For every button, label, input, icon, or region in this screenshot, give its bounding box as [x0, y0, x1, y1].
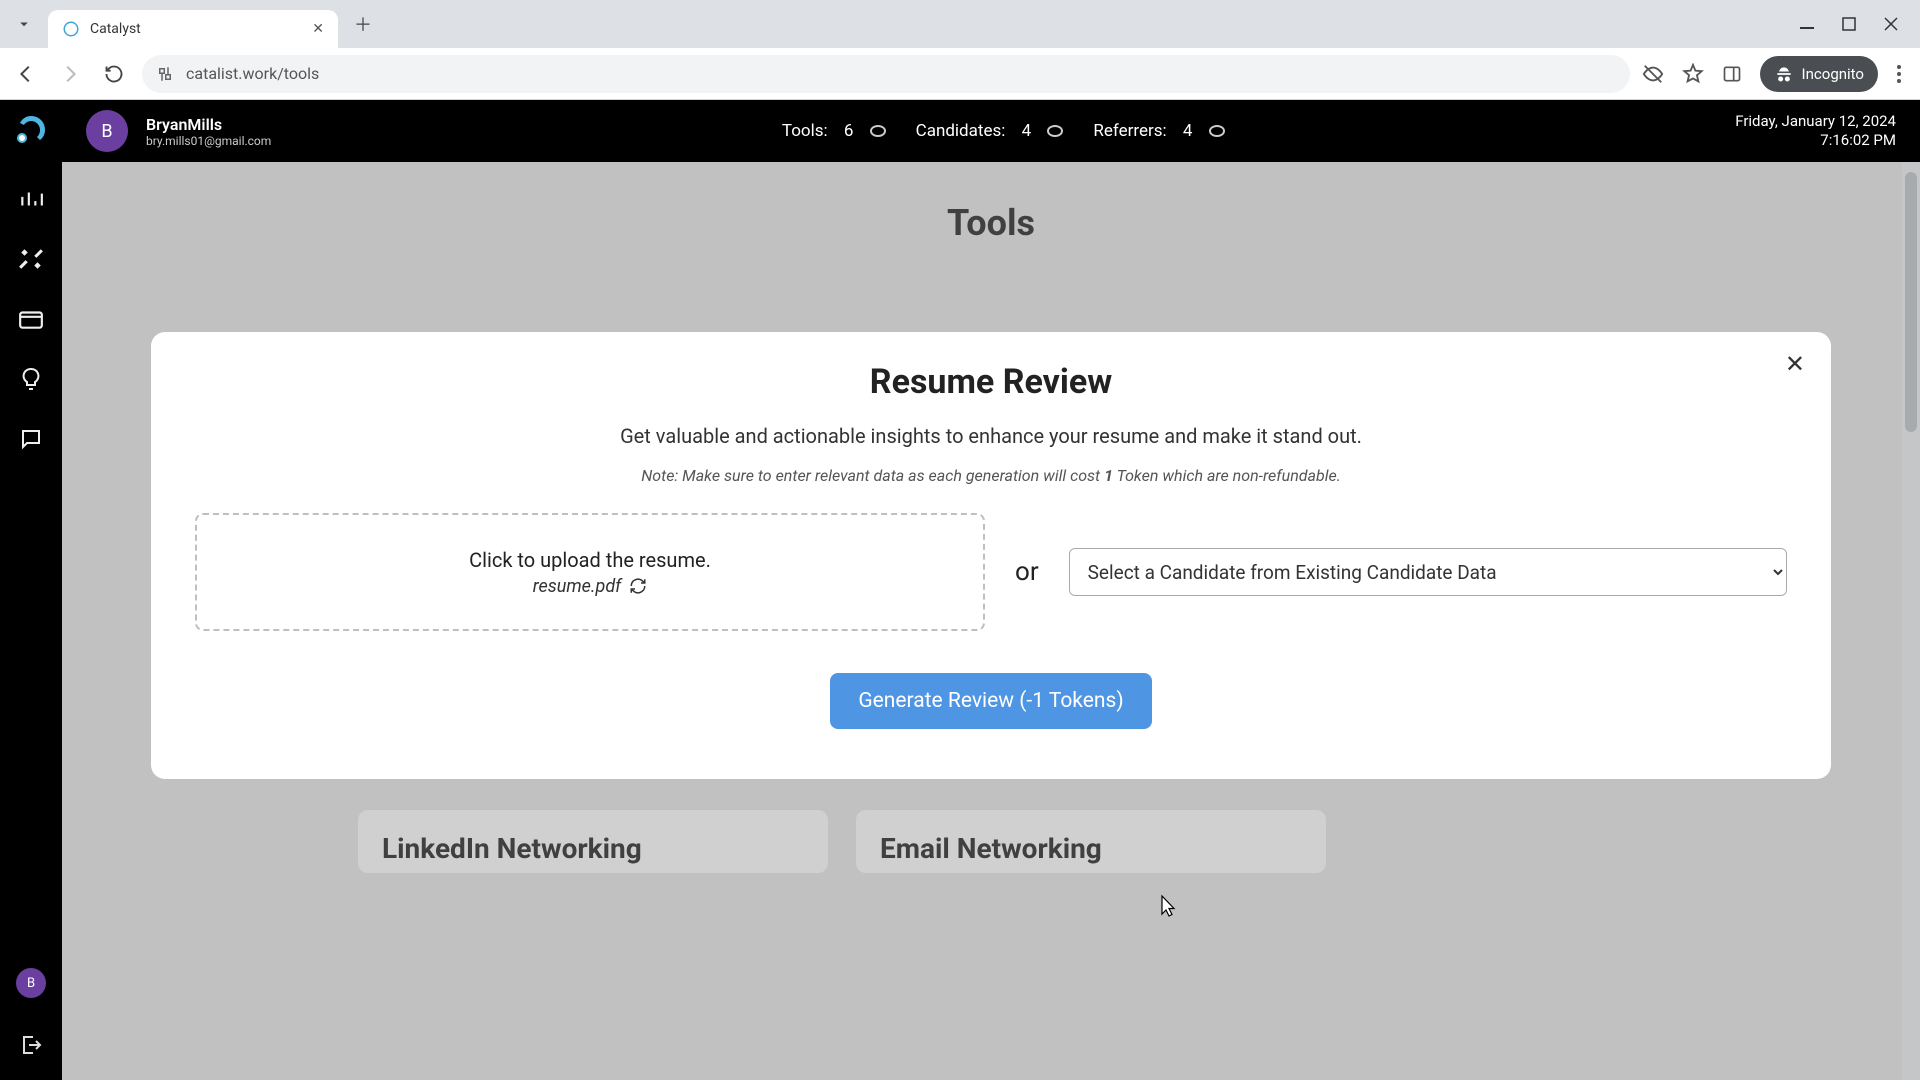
app-topbar: B BryanMills bry.mills01@gmail.com Tools…: [62, 100, 1920, 162]
reload-button[interactable]: [98, 58, 130, 90]
browser-address-bar: catalist.work/tools Incognito: [0, 48, 1920, 100]
header-date: Friday, January 12, 2024: [1735, 112, 1896, 132]
browser-tab-active[interactable]: Catalyst ✕: [48, 10, 338, 48]
window-controls: [1800, 17, 1920, 31]
left-nav-rail: B: [0, 100, 62, 1080]
modal-subtitle: Get valuable and actionable insights to …: [195, 424, 1787, 448]
dropzone-label: Click to upload the resume.: [469, 548, 711, 572]
modal-note: Note: Make sure to enter relevant data a…: [195, 466, 1787, 485]
tab-search-dropdown[interactable]: [0, 0, 48, 48]
nav-tools-icon[interactable]: [10, 238, 52, 280]
header-stats: Tools: 6 Candidates: 4 Referrers: 4: [782, 121, 1225, 141]
maximize-button[interactable]: [1842, 17, 1856, 31]
user-email: bry.mills01@gmail.com: [146, 134, 271, 148]
url-text: catalist.work/tools: [186, 64, 319, 83]
refresh-icon[interactable]: [629, 577, 647, 595]
candidate-select[interactable]: Select a Candidate from Existing Candida…: [1069, 548, 1787, 596]
app-root: B B BryanMills bry.mills01@gmail.com Too…: [0, 100, 1920, 1080]
tracking-off-icon[interactable]: [1642, 63, 1664, 85]
modal-close-button[interactable]: ✕: [1785, 350, 1805, 378]
close-window-button[interactable]: [1884, 17, 1898, 31]
or-separator: or: [1015, 557, 1039, 587]
nav-feedback-icon[interactable]: [10, 418, 52, 460]
minimize-button[interactable]: [1800, 17, 1814, 31]
app-logo-icon[interactable]: [9, 110, 53, 154]
nav-insights-icon[interactable]: [10, 358, 52, 400]
page-content: Tools alignment and compatibility for a …: [62, 162, 1920, 1080]
coin-icon: [870, 125, 886, 137]
back-button[interactable]: [10, 58, 42, 90]
uploaded-file-name: resume.pdf: [533, 576, 648, 597]
tab-close-button[interactable]: ✕: [312, 21, 324, 37]
header-time: 7:16:02 PM: [1735, 131, 1896, 151]
url-input[interactable]: catalist.work/tools: [142, 55, 1630, 93]
nav-billing-icon[interactable]: [10, 298, 52, 340]
user-name: BryanMills: [146, 115, 271, 134]
resume-review-modal: ✕ Resume Review Get valuable and actiona…: [151, 332, 1831, 779]
site-settings-icon[interactable]: [156, 65, 174, 83]
logout-icon[interactable]: [10, 1024, 52, 1066]
modal-title: Resume Review: [195, 362, 1787, 402]
modal-input-row: Click to upload the resume. resume.pdf o…: [195, 513, 1787, 631]
user-info: BryanMills bry.mills01@gmail.com: [146, 115, 271, 148]
user-avatar[interactable]: B: [86, 110, 128, 152]
coin-icon: [1209, 125, 1225, 137]
incognito-chip[interactable]: Incognito: [1760, 56, 1878, 92]
stat-tools: Tools: 6: [782, 121, 886, 141]
header-datetime: Friday, January 12, 2024 7:16:02 PM: [1735, 112, 1896, 151]
rail-user-avatar[interactable]: B: [16, 968, 46, 998]
forward-button[interactable]: [54, 58, 86, 90]
stat-referrers: Referrers: 4: [1093, 121, 1224, 141]
tab-title: Catalyst: [90, 21, 302, 37]
coin-icon: [1047, 125, 1063, 137]
resume-upload-dropzone[interactable]: Click to upload the resume. resume.pdf: [195, 513, 985, 631]
kebab-menu-icon[interactable]: [1896, 64, 1902, 84]
generate-review-button[interactable]: Generate Review (-1 Tokens): [830, 673, 1151, 729]
main-area: B BryanMills bry.mills01@gmail.com Tools…: [62, 100, 1920, 1080]
favicon-icon: [62, 20, 80, 38]
mouse-cursor-icon: [1156, 894, 1180, 918]
nav-dashboard-icon[interactable]: [10, 178, 52, 220]
new-tab-button[interactable]: ＋: [346, 7, 380, 41]
bookmark-icon[interactable]: [1682, 63, 1704, 85]
sidepanel-icon[interactable]: [1722, 64, 1742, 84]
stat-candidates: Candidates: 4: [916, 121, 1064, 141]
browser-tab-strip: Catalyst ✕ ＋: [0, 0, 1920, 48]
modal-overlay[interactable]: ✕ Resume Review Get valuable and actiona…: [62, 162, 1920, 1080]
